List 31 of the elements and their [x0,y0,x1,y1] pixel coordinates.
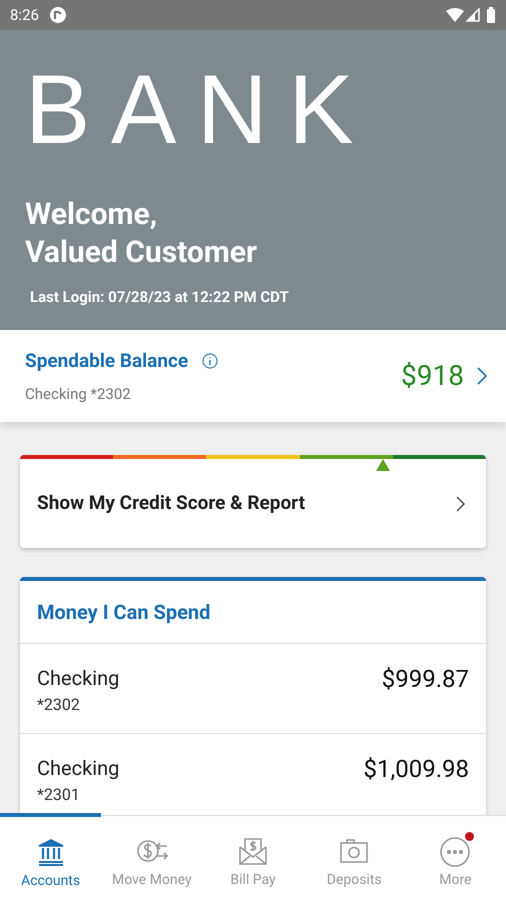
account-balance: $999.87 [382,666,469,692]
chevron-right-icon [476,366,488,386]
spendable-balance-title: Spendable Balance [25,348,188,374]
info-icon[interactable] [202,352,218,369]
chevron-right-icon [456,494,466,512]
nav-tab[interactable]: Deposits [304,816,405,900]
account-name: Checking [37,756,120,780]
battery-icon [486,7,496,23]
nav-tab[interactable]: More [404,816,506,900]
account-number: *2302 [37,694,81,716]
nav-tab[interactable]: Bill Pay [202,816,304,900]
balance-amount: $918 [401,358,464,394]
credit-score-card[interactable]: Show My Credit Score & Report [20,455,486,548]
credit-score-label: Show My Credit Score & Report [37,490,306,516]
nav-tab[interactable]: Move Money [101,816,202,900]
bank-logo: BANK [25,64,376,154]
more-icon [438,834,472,868]
money-card-title: Money I Can Spend [20,581,486,644]
nav-tab[interactable]: Accounts [0,813,102,900]
account-label: Checking *2302 [25,384,132,405]
account-name: Checking [37,666,120,690]
status-time: 8:26 [10,4,39,26]
signal-icon [466,8,480,22]
welcome-heading: Welcome, Valued Customer [25,196,258,272]
last-login-text: Last Login: 07/28/23 at 12:22 PM CDT [30,287,290,308]
spendable-balance-panel[interactable]: Spendable Balance Checking *2302 $918 [0,330,506,422]
account-row[interactable]: Checking *2302 $999.87 [20,644,486,734]
account-balance: $1,009.98 [364,756,469,782]
account-number: *2301 [37,784,81,806]
app-notification-icon [48,6,67,24]
wifi-icon [446,8,464,22]
